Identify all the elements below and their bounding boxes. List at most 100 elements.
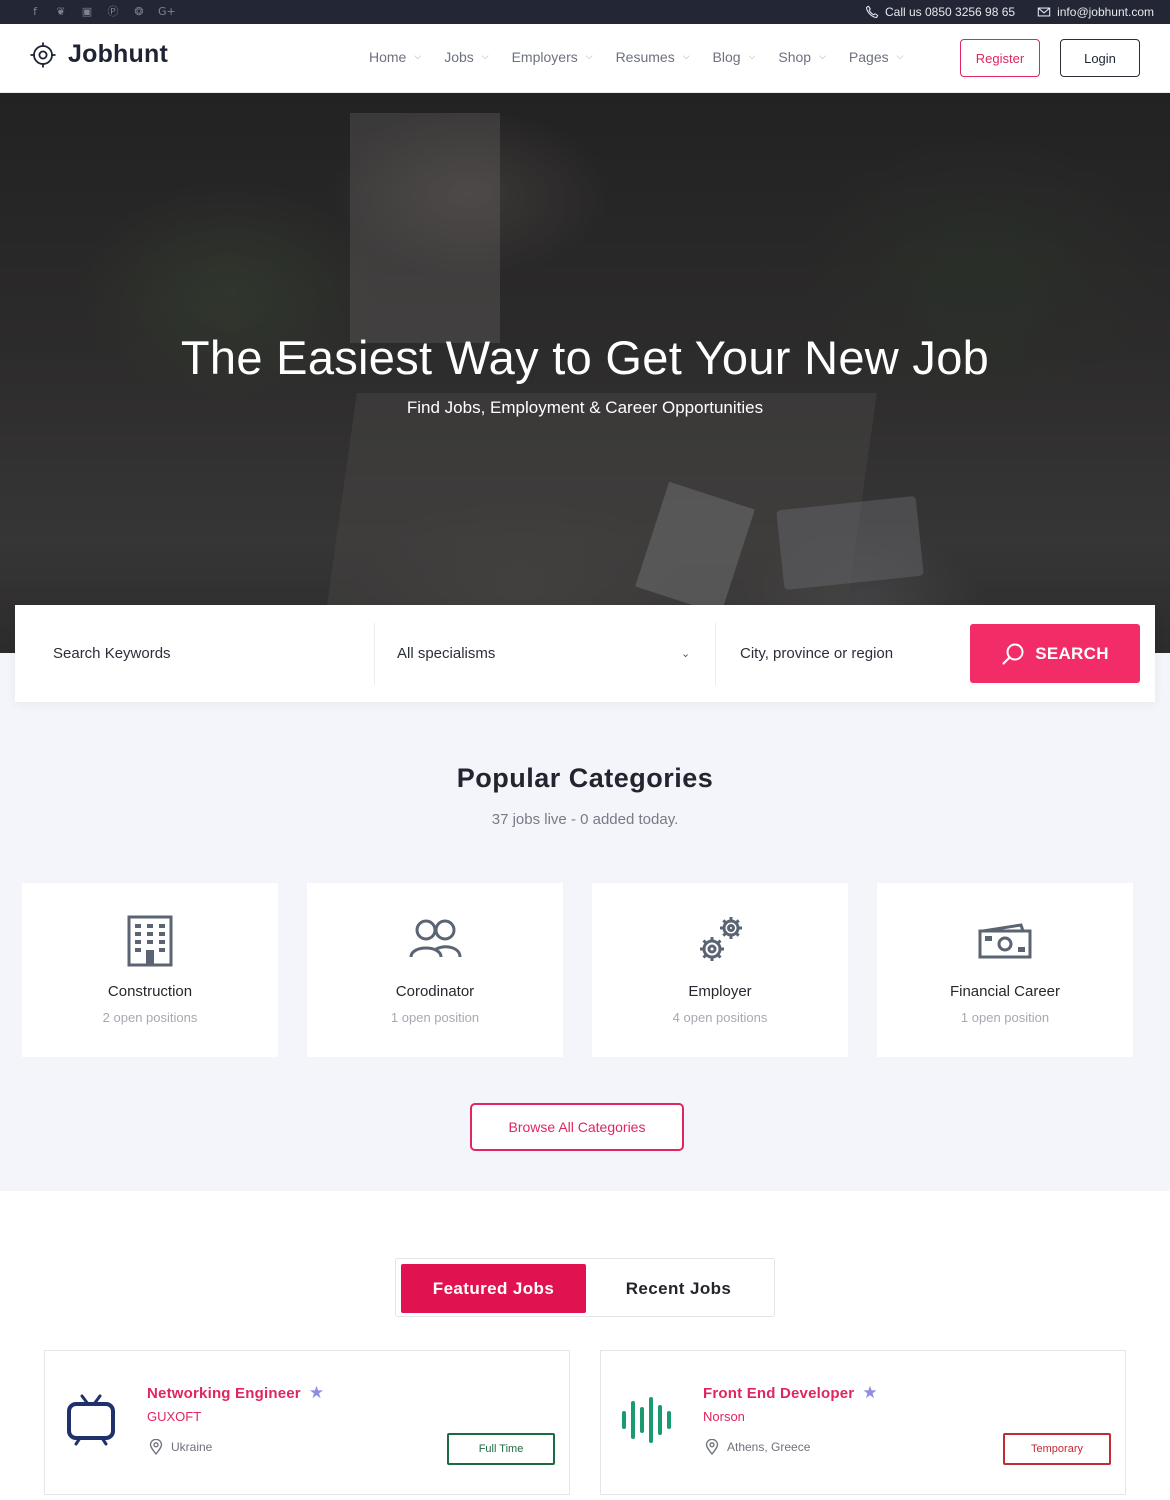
chevron-down-icon: ⌵: [819, 52, 826, 62]
phone-icon: [865, 5, 879, 19]
mail-icon: [1037, 7, 1051, 17]
site-header: Jobhunt Home ⌵ Jobs ⌵ Employers ⌵ Resumes ⌵ …: [0, 24, 1170, 93]
google-plus-icon[interactable]: G+: [158, 4, 176, 20]
tab-recent-jobs[interactable]: Recent Jobs: [586, 1264, 771, 1313]
company-name: Norson: [703, 1409, 745, 1424]
hero-title: The Easiest Way to Get Your New Job: [180, 331, 990, 384]
logo[interactable]: Jobhunt: [30, 40, 168, 69]
section-subtitle: 37 jobs live - 0 added today.: [491, 811, 679, 828]
category-card-construction[interactable]: Construction 2 open positions: [22, 883, 278, 1057]
money-icon: [978, 923, 1032, 959]
job-title-text: Front End Developer: [703, 1384, 855, 1402]
map-pin-icon: [149, 1439, 163, 1455]
job-location: Athens, Greece: [705, 1439, 810, 1455]
gears-icon: [700, 917, 742, 961]
nav-item-home[interactable]: Home ⌵: [369, 49, 421, 65]
chevron-down-icon: ⌵: [481, 52, 489, 62]
users-icon: [409, 919, 462, 958]
job-search-form: Search Keywords All specialisms ⌄ City, …: [15, 605, 1155, 702]
job-type-badge: Full Time: [447, 1433, 555, 1465]
email-text: info@jobhunt.com: [1057, 5, 1154, 19]
login-button[interactable]: Login: [1060, 39, 1140, 77]
phone-text: Call us 0850 3256 98 65: [884, 5, 1016, 19]
map-pin-icon: [705, 1439, 719, 1455]
category-count: 1 open position: [960, 1010, 1050, 1025]
nav-label: Resumes: [615, 49, 675, 65]
nav-item-blog[interactable]: Blog ⌵: [713, 49, 756, 65]
chevron-down-icon: ⌵: [896, 52, 904, 62]
search-button[interactable]: SEARCH: [970, 624, 1140, 683]
twitter-icon[interactable]: ❦: [54, 4, 68, 20]
job-card[interactable]: Front End Developer ★ Norson Athens, Gre…: [600, 1350, 1126, 1495]
top-bar: f ❦ ▣ Ⓟ ❂ G+ Call us 0850 3256 98 65 inf…: [0, 0, 1170, 24]
category-card-financial-career[interactable]: Financial Career 1 open position: [877, 883, 1133, 1057]
nav-label: Home: [369, 49, 407, 65]
logo-text: Jobhunt: [68, 40, 168, 68]
job-type-badge: Temporary: [1003, 1433, 1111, 1465]
job-location: Ukraine: [149, 1439, 212, 1455]
chevron-down-icon: ⌵: [585, 52, 593, 62]
hero-subtitle: Find Jobs, Employment & Career Opportuni…: [406, 398, 764, 417]
search-button-label: SEARCH: [1035, 643, 1109, 663]
browse-all-categories-button[interactable]: Browse All Categories: [470, 1103, 684, 1151]
search-icon: [1002, 643, 1024, 665]
job-card[interactable]: Networking Engineer ★ GUXOFT Ukraine Ful…: [44, 1350, 570, 1495]
location-input[interactable]: City, province or region: [740, 605, 960, 702]
category-count: 2 open positions: [102, 1010, 198, 1025]
instagram-icon[interactable]: ▣: [80, 4, 94, 20]
category-card-corodinator[interactable]: Corodinator 1 open position: [307, 883, 563, 1057]
category-name: Construction: [107, 983, 193, 1000]
category-name: Employer: [688, 983, 752, 1000]
jobs-tabs: Featured Jobs Recent Jobs: [395, 1258, 775, 1317]
nav-label: Blog: [712, 49, 741, 65]
specialism-select[interactable]: All specialisms ⌄: [397, 605, 697, 702]
contact-info: Call us 0850 3256 98 65 info@jobhunt.com: [865, 4, 1154, 20]
nav-item-shop[interactable]: Shop ⌵: [778, 49, 826, 65]
email-link[interactable]: info@jobhunt.com: [1037, 4, 1154, 20]
nav-label: Pages: [848, 49, 889, 65]
company-logo: [619, 1389, 675, 1451]
nav-item-employers[interactable]: Employers ⌵: [512, 49, 593, 65]
pinterest-icon[interactable]: Ⓟ: [106, 4, 120, 20]
job-title[interactable]: Networking Engineer ★: [147, 1383, 324, 1403]
specialism-selected-value: All specialisms: [397, 645, 496, 662]
tab-featured-jobs[interactable]: Featured Jobs: [401, 1264, 586, 1313]
featured-star-icon: ★: [862, 1383, 878, 1403]
popular-categories-section: Popular Categories 37 jobs live - 0 adde…: [0, 653, 1170, 1191]
nav-label: Employers: [511, 49, 578, 65]
nav-item-jobs[interactable]: Jobs ⌵: [444, 49, 488, 65]
facebook-icon[interactable]: f: [28, 4, 42, 20]
job-location-text: Ukraine: [171, 1440, 213, 1454]
job-title[interactable]: Front End Developer ★: [703, 1383, 878, 1403]
company-name: GUXOFT: [147, 1409, 202, 1424]
tv-icon: [67, 1394, 115, 1446]
nav-item-resumes[interactable]: Resumes ⌵: [616, 49, 690, 65]
dribbble-icon[interactable]: ❂: [132, 4, 146, 20]
register-button[interactable]: Register: [960, 39, 1040, 77]
soundwave-icon: [622, 1397, 671, 1443]
featured-star-icon: ★: [308, 1383, 325, 1403]
nav-item-pages[interactable]: Pages ⌵: [849, 49, 904, 65]
chevron-down-icon: ⌵: [682, 52, 690, 62]
job-title-text: Networking Engineer: [147, 1384, 301, 1402]
main-nav: Home ⌵ Jobs ⌵ Employers ⌵ Resumes ⌵ Blog ⌵ Sh…: [369, 49, 926, 65]
company-logo: [63, 1389, 119, 1451]
keywords-input[interactable]: Search Keywords: [53, 605, 373, 702]
job-location-text: Athens, Greece: [727, 1440, 811, 1454]
section-title: Popular Categories: [456, 763, 714, 793]
building-icon: [127, 915, 173, 967]
chevron-down-icon: ⌵: [748, 52, 756, 62]
nav-label: Shop: [778, 49, 812, 65]
category-name: Corodinator: [395, 983, 475, 1000]
chevron-down-icon: ⌵: [414, 52, 422, 62]
nav-label: Jobs: [444, 49, 474, 65]
category-name: Financial Career: [949, 983, 1061, 1000]
category-card-employer[interactable]: Employer 4 open positions: [592, 883, 848, 1057]
chevron-down-icon: ⌄: [681, 647, 691, 660]
social-links: f ❦ ▣ Ⓟ ❂ G+: [28, 4, 176, 20]
divider: [715, 623, 716, 685]
phone-link[interactable]: Call us 0850 3256 98 65: [865, 4, 1015, 20]
crosshair-logo-icon: [30, 42, 56, 67]
divider: [374, 623, 375, 685]
category-count: 1 open position: [390, 1010, 480, 1025]
